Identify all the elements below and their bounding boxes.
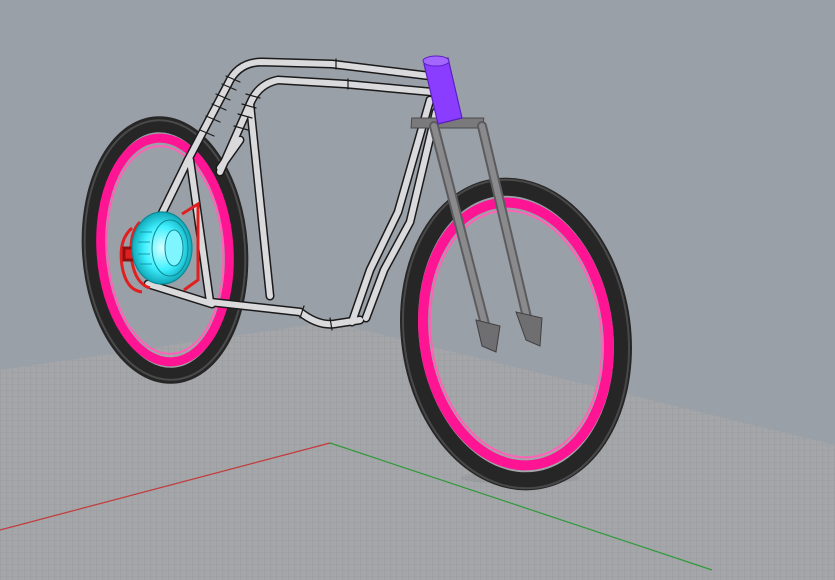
- hub-motor[interactable]: [131, 211, 193, 285]
- head-tube-top: [422, 55, 450, 67]
- 3d-scene[interactable]: [0, 0, 835, 580]
- rhino-viewport[interactable]: [0, 0, 835, 580]
